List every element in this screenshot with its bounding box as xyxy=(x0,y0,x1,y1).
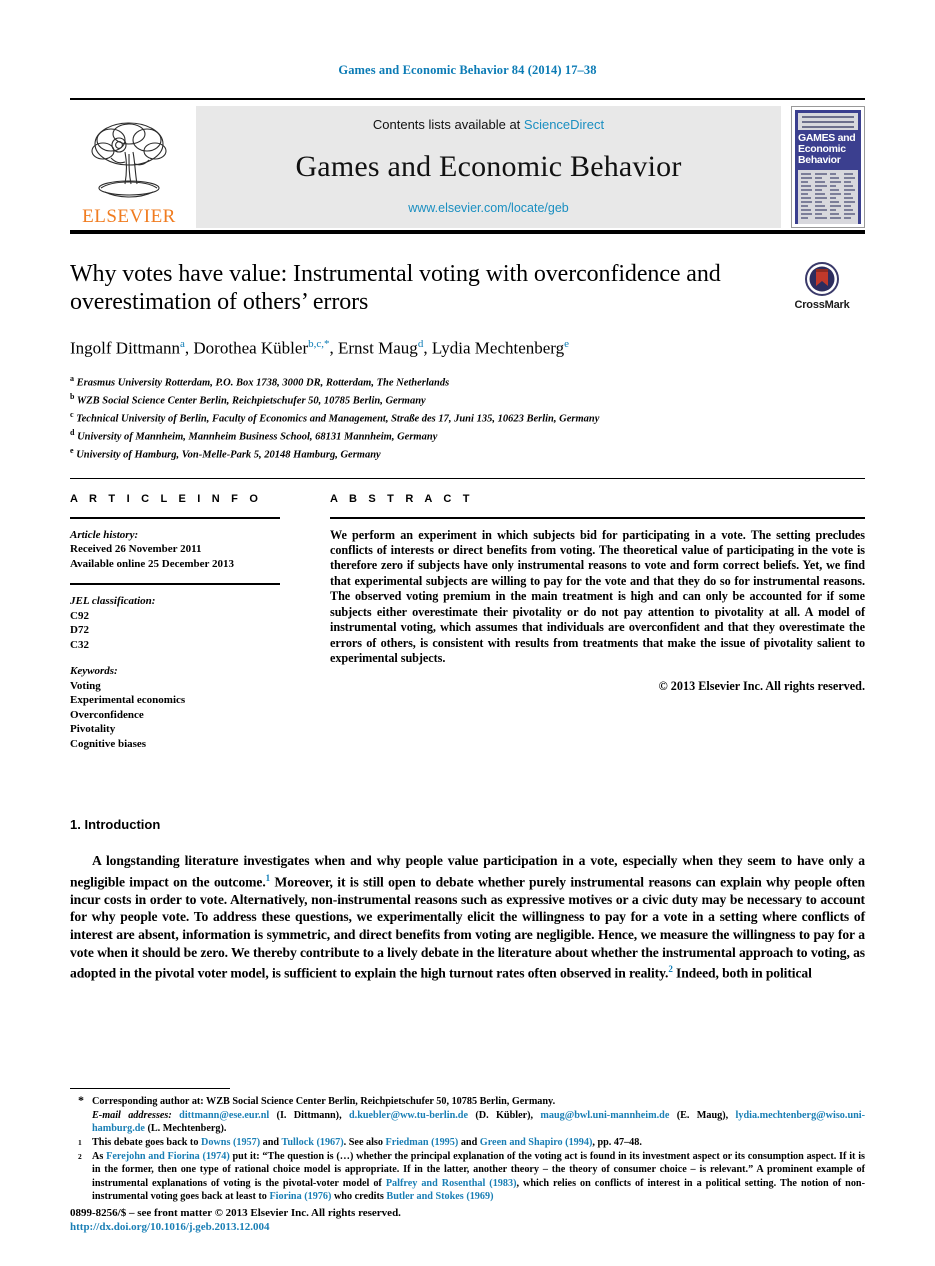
email-link-0[interactable]: dittmann@ese.eur.nl xyxy=(179,1110,269,1121)
footnote-separator-rule xyxy=(70,1088,230,1090)
footnote-2-text: As Ferejohn and Fiorina (1974) put it: “… xyxy=(92,1151,865,1202)
footnote-1-citation-5[interactable]: Friedman (1995) xyxy=(386,1137,459,1148)
email-list: dittmann@ese.eur.nl (I. Dittmann), d.kue… xyxy=(92,1109,865,1134)
jel-code-0: C92 xyxy=(70,609,89,622)
author-affiliation-marker-1: b,c,* xyxy=(308,338,330,350)
author-name-2: Ernst Maug xyxy=(338,338,418,358)
email-addresses-line: E-mail addresses: dittmann@ese.eur.nl (I… xyxy=(92,1109,865,1135)
footnote-1: 1 This debate goes back to Downs (1957) … xyxy=(70,1136,865,1149)
footnote-2-citation-1[interactable]: Ferejohn and Fiorina (1974) xyxy=(106,1151,230,1162)
journal-masthead: ELSEVIER Contents lists available at Sci… xyxy=(70,106,865,228)
affiliation-d: d University of Mannheim, Mannheim Busin… xyxy=(70,427,438,443)
sciencedirect-link[interactable]: ScienceDirect xyxy=(524,117,604,132)
footnote-2-citation-5[interactable]: Fiorina (1976) xyxy=(269,1191,331,1202)
journal-cover-thumbnail: GAMES and Economic Behavior xyxy=(791,106,865,228)
author-list: Ingolf Dittmanna, Dorothea Küblerb,c,*, … xyxy=(70,338,570,358)
article-info-heading: A R T I C L E I N F O xyxy=(70,492,263,505)
keyword-4: Cognitive biases xyxy=(70,737,147,750)
affiliation-c: c Technical University of Berlin, Facult… xyxy=(70,409,600,425)
crossmark-badge[interactable]: CrossMark xyxy=(779,260,865,311)
abstract-heading: A B S T R A C T xyxy=(330,492,474,505)
author-affiliation-marker-0: a xyxy=(180,338,185,350)
page-footer: 0899-8256/$ – see front matter © 2013 El… xyxy=(70,1206,401,1234)
contents-available-line: Contents lists available at ScienceDirec… xyxy=(373,117,604,132)
footnote-2: 2 As Ferejohn and Fiorina (1974) put it:… xyxy=(70,1150,865,1203)
footnote-1-text: This debate goes back to Downs (1957) an… xyxy=(92,1136,642,1148)
affiliation-e: e University of Hamburg, Von-Melle-Park … xyxy=(70,445,381,461)
keyword-0: Voting xyxy=(70,679,101,692)
journal-title: Games and Economic Behavior xyxy=(295,149,682,183)
elsevier-tree-icon xyxy=(91,122,167,198)
page-title: Why votes have value: Instrumental votin… xyxy=(70,261,721,315)
doi-link[interactable]: http://dx.doi.org/10.1016/j.geb.2013.12.… xyxy=(70,1220,401,1234)
journal-url-link[interactable]: www.elsevier.com/locate/geb xyxy=(408,201,569,215)
article-history-block: Article history: Received 26 November 20… xyxy=(70,528,280,572)
jel-rule xyxy=(70,583,280,586)
article-history-label: Article history: xyxy=(70,528,139,541)
affiliation-list: a Erasmus University Rotterdam, P.O. Box… xyxy=(70,372,865,462)
keyword-2: Overconfidence xyxy=(70,708,144,721)
crossmark-label: CrossMark xyxy=(794,299,850,311)
elsevier-wordmark: ELSEVIER xyxy=(82,206,176,227)
crossmark-icon xyxy=(805,262,839,296)
history-item-1: Available online 25 December 2013 xyxy=(70,557,234,570)
intro-text-part3: Indeed, both in political xyxy=(672,965,812,981)
footnote-1-citation-1[interactable]: Downs (1957) xyxy=(201,1137,260,1148)
title-block: Why votes have value: Instrumental votin… xyxy=(70,260,865,360)
jel-code-2: C32 xyxy=(70,638,89,651)
info-section-rule xyxy=(70,477,865,479)
article-info-column: A R T I C L E I N F O Article history: R… xyxy=(70,493,298,764)
footnote-marker-star: * xyxy=(78,1093,84,1108)
email-link-2[interactable]: maug@bwl.uni-mannheim.de xyxy=(540,1110,669,1121)
keyword-3: Pivotality xyxy=(70,723,116,736)
abstract-copyright: © 2013 Elsevier Inc. All rights reserved… xyxy=(658,679,865,694)
author-name-0: Ingolf Dittmann xyxy=(70,338,181,358)
author-affiliation-marker-2: d xyxy=(417,338,424,350)
footnote-1-citation-3[interactable]: Tullock (1967) xyxy=(281,1137,343,1148)
affiliation-a: a Erasmus University Rotterdam, P.O. Box… xyxy=(70,373,450,389)
section-title-text: Introduction xyxy=(84,817,161,833)
issn-copyright-line: 0899-8256/$ – see front matter © 2013 El… xyxy=(70,1207,401,1219)
keywords-label: Keywords: xyxy=(70,665,118,678)
footnote-2-citation-3[interactable]: Palfrey and Rosenthal (1983) xyxy=(386,1178,517,1189)
corresponding-author-text: Corresponding author at: WZB Social Scie… xyxy=(92,1096,556,1108)
abstract-text: We perform an experiment in which subjec… xyxy=(330,527,865,665)
section-number: 1. xyxy=(70,817,81,833)
jel-code-1: D72 xyxy=(70,624,89,637)
section-heading-introduction: 1. Introduction xyxy=(70,817,865,832)
keywords-block: Keywords: Voting Experimental economics … xyxy=(70,664,280,751)
journal-banner: Contents lists available at ScienceDirec… xyxy=(196,106,781,228)
jel-label: JEL classification: xyxy=(70,595,156,608)
email-label: E-mail addresses: xyxy=(92,1109,172,1121)
footnote-1-citation-7[interactable]: Green and Shapiro (1994) xyxy=(480,1137,593,1148)
article-info-rule xyxy=(70,516,280,519)
email-link-1[interactable]: d.kuebler@ww.tu-berlin.de xyxy=(349,1110,468,1121)
author-name-3: Lydia Mechtenberg xyxy=(431,338,565,358)
history-item-0: Received 26 November 2011 xyxy=(70,543,202,556)
introduction-paragraph: A longstanding literature investigates w… xyxy=(70,852,865,982)
running-head: Games and Economic Behavior 84 (2014) 17… xyxy=(338,63,597,77)
abstract-rule xyxy=(330,516,865,519)
footnote-2-marker: 2 xyxy=(78,1152,82,1162)
author-affiliation-marker-3: e xyxy=(564,338,570,350)
elsevier-logo: ELSEVIER xyxy=(70,106,188,228)
author-name-1: Dorothea Kübler xyxy=(193,338,309,358)
footnotes-section: * Corresponding author at: WZB Social Sc… xyxy=(70,1088,865,1204)
abstract-column: A B S T R A C T We perform an experiment… xyxy=(298,493,865,764)
masthead-top-rule xyxy=(70,98,865,100)
keyword-1: Experimental economics xyxy=(70,694,186,707)
info-abstract-columns: A R T I C L E I N F O Article history: R… xyxy=(70,493,865,764)
cover-title-line3: Behavior xyxy=(798,154,841,166)
masthead-bottom-rule xyxy=(70,230,865,234)
jel-block: JEL classification: C92 D72 C32 xyxy=(70,594,280,652)
paper-page: Games and Economic Behavior 84 (2014) 17… xyxy=(0,0,935,1266)
contents-prefix: Contents lists available at xyxy=(372,117,524,132)
affiliation-b: b WZB Social Science Center Berlin, Reic… xyxy=(70,391,426,407)
footnote-2-citation-7[interactable]: Butler and Stokes (1969) xyxy=(386,1191,493,1202)
footnote-corresponding-author: * Corresponding author at: WZB Social Sc… xyxy=(70,1093,865,1135)
